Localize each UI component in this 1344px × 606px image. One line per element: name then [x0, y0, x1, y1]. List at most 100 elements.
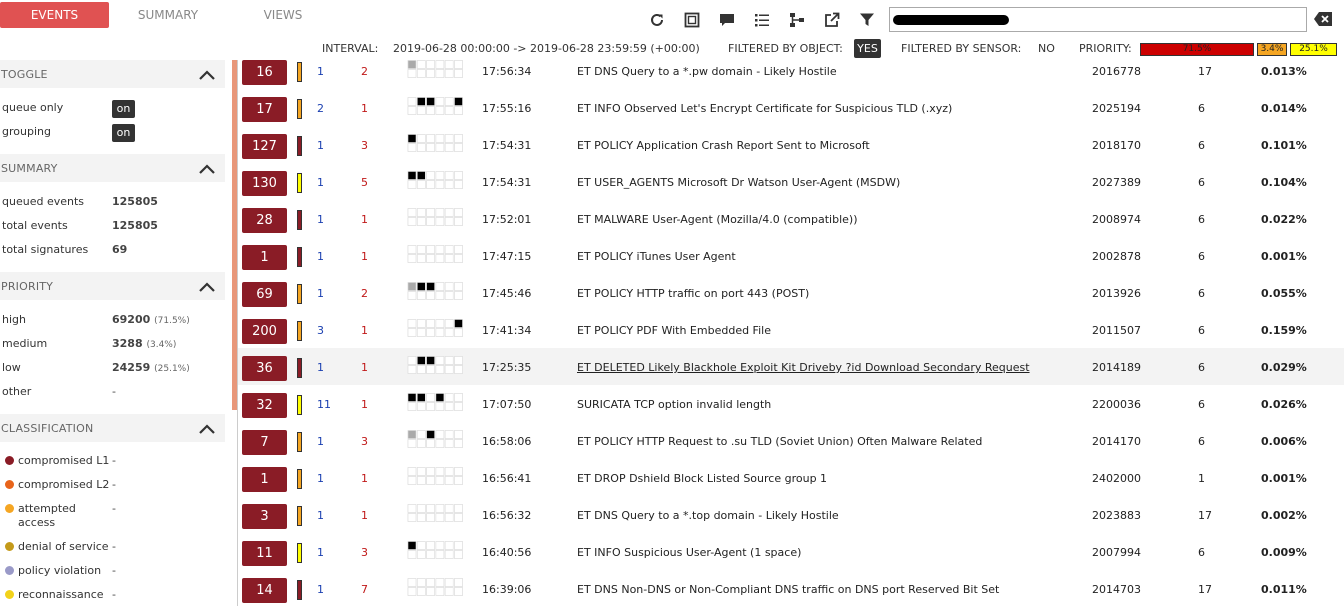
- event-row[interactable]: 17 2 1 17:55:16 ET INFO Observed Let's Encry…: [238, 89, 1344, 126]
- source-count[interactable]: 1: [317, 361, 324, 374]
- tab-summary[interactable]: SUMMARY: [120, 2, 216, 28]
- priority-label[interactable]: high: [2, 313, 26, 326]
- source-count[interactable]: 1: [317, 176, 324, 189]
- event-count-badge[interactable]: 16: [242, 60, 287, 85]
- source-count[interactable]: 1: [317, 250, 324, 263]
- toggle-section-header[interactable]: TOGGLE: [0, 60, 225, 88]
- event-count-badge[interactable]: 130: [242, 171, 287, 196]
- signature-name[interactable]: ET DNS Query to a *.top domain - Likely …: [577, 509, 839, 522]
- search-field[interactable]: [889, 7, 1307, 32]
- signature-name[interactable]: ET POLICY Application Crash Report Sent …: [577, 139, 870, 152]
- priority-medium-bar[interactable]: 3.4%: [1257, 43, 1287, 56]
- signature-name[interactable]: ET USER_AGENTS Microsoft Dr Watson User-…: [577, 176, 900, 189]
- tab-views[interactable]: VIEWS: [240, 2, 326, 28]
- event-count-badge[interactable]: 7: [242, 430, 287, 455]
- signature-name[interactable]: ET INFO Observed Let's Encrypt Certifica…: [577, 102, 952, 115]
- destination-count[interactable]: 1: [361, 250, 368, 263]
- signature-name[interactable]: ET INFO Suspicious User-Agent (1 space): [577, 546, 801, 559]
- event-count-badge[interactable]: 36: [242, 356, 287, 381]
- list-icon[interactable]: [750, 8, 774, 32]
- filter-icon[interactable]: [855, 8, 879, 32]
- classification-label[interactable]: denial of service: [18, 540, 118, 554]
- signature-name[interactable]: ET DELETED Likely Blackhole Exploit Kit …: [577, 361, 1030, 374]
- comment-icon[interactable]: [715, 8, 739, 32]
- classification-label[interactable]: policy violation: [18, 564, 118, 578]
- event-row[interactable]: 14 1 7 16:39:06 ET DNS Non-DNS or Non-Compli…: [238, 570, 1344, 606]
- destination-count[interactable]: 1: [361, 102, 368, 115]
- event-row[interactable]: 200 3 1 17:41:34 ET POLICY PDF With Embedded…: [238, 311, 1344, 348]
- destination-count[interactable]: 1: [361, 324, 368, 337]
- destination-count[interactable]: 3: [361, 435, 368, 448]
- event-row[interactable]: 16 1 2 17:56:34 ET DNS Query to a *.pw domai…: [238, 60, 1344, 89]
- fullscreen-icon[interactable]: [680, 8, 704, 32]
- event-row[interactable]: 127 1 3 17:54:31 ET POLICY Application Crash…: [238, 126, 1344, 163]
- event-count-badge[interactable]: 3: [242, 504, 287, 529]
- chevron-up-icon[interactable]: [198, 280, 216, 294]
- destination-count[interactable]: 1: [361, 509, 368, 522]
- event-row[interactable]: 69 1 2 17:45:46 ET POLICY HTTP traffic on po…: [238, 274, 1344, 311]
- classification-label[interactable]: attempted access: [18, 502, 102, 530]
- chevron-up-icon[interactable]: [198, 162, 216, 176]
- destination-count[interactable]: 3: [361, 139, 368, 152]
- source-count[interactable]: 11: [317, 398, 331, 411]
- destination-count[interactable]: 5: [361, 176, 368, 189]
- destination-count[interactable]: 1: [361, 361, 368, 374]
- grouping-toggle[interactable]: on: [112, 124, 135, 142]
- signature-name[interactable]: ET DNS Query to a *.pw domain - Likely H…: [577, 65, 837, 78]
- signature-name[interactable]: ET DROP Dshield Block Listed Source grou…: [577, 472, 827, 485]
- source-count[interactable]: 1: [317, 435, 324, 448]
- destination-count[interactable]: 7: [361, 583, 368, 596]
- signature-name[interactable]: SURICATA TCP option invalid length: [577, 398, 771, 411]
- refresh-icon[interactable]: [645, 8, 669, 32]
- signature-name[interactable]: ET MALWARE User-Agent (Mozilla/4.0 (comp…: [577, 213, 858, 226]
- signature-name[interactable]: ET DNS Non-DNS or Non-Compliant DNS traf…: [577, 583, 999, 596]
- event-row[interactable]: 1 1 1 17:47:15 ET POLICY iTunes User Agent 20…: [238, 237, 1344, 274]
- destination-count[interactable]: 1: [361, 472, 368, 485]
- event-row[interactable]: 7 1 3 16:58:06 ET POLICY HTTP Request to .su…: [238, 422, 1344, 459]
- destination-count[interactable]: 1: [361, 398, 368, 411]
- event-count-badge[interactable]: 11: [242, 541, 287, 566]
- priority-label[interactable]: low: [2, 361, 21, 374]
- classification-section-header[interactable]: CLASSIFICATION: [0, 414, 225, 442]
- filtered-object-badge[interactable]: YES: [854, 39, 881, 58]
- tree-icon[interactable]: [785, 8, 809, 32]
- event-count-badge[interactable]: 32: [242, 393, 287, 418]
- queue-only-toggle[interactable]: on: [112, 100, 135, 118]
- priority-high-bar[interactable]: 71.5%: [1140, 43, 1254, 56]
- priority-label[interactable]: other: [2, 385, 31, 398]
- source-count[interactable]: 1: [317, 213, 324, 226]
- chevron-up-icon[interactable]: [198, 68, 216, 82]
- source-count[interactable]: 1: [317, 583, 324, 596]
- filtered-sensor-value[interactable]: NO: [1038, 42, 1055, 55]
- clear-search-icon[interactable]: [1313, 11, 1333, 27]
- classification-label[interactable]: compromised L1: [18, 454, 118, 468]
- source-count[interactable]: 1: [317, 546, 324, 559]
- event-count-badge[interactable]: 127: [242, 134, 287, 159]
- priority-section-header[interactable]: PRIORITY: [0, 272, 225, 300]
- event-count-badge[interactable]: 1: [242, 467, 287, 492]
- signature-name[interactable]: ET POLICY HTTP Request to .su TLD (Sovie…: [577, 435, 982, 448]
- source-count[interactable]: 1: [317, 65, 324, 78]
- tab-events[interactable]: EVENTS: [0, 2, 109, 28]
- priority-label[interactable]: medium: [2, 337, 47, 350]
- signature-name[interactable]: ET POLICY HTTP traffic on port 443 (POST…: [577, 287, 809, 300]
- event-count-badge[interactable]: 200: [242, 319, 287, 344]
- destination-count[interactable]: 2: [361, 65, 368, 78]
- destination-count[interactable]: 2: [361, 287, 368, 300]
- destination-count[interactable]: 1: [361, 213, 368, 226]
- source-count[interactable]: 1: [317, 139, 324, 152]
- priority-low-bar[interactable]: 25.1%: [1290, 43, 1337, 56]
- classification-label[interactable]: compromised L2: [18, 478, 118, 492]
- event-row[interactable]: 3 1 1 16:56:32 ET DNS Query to a *.top domai…: [238, 496, 1344, 533]
- event-count-badge[interactable]: 14: [242, 578, 287, 603]
- event-row[interactable]: 11 1 3 16:40:56 ET INFO Suspicious User-Agen…: [238, 533, 1344, 570]
- external-link-icon[interactable]: [820, 8, 844, 32]
- event-row[interactable]: 28 1 1 17:52:01 ET MALWARE User-Agent (Mozil…: [238, 200, 1344, 237]
- chevron-up-icon[interactable]: [198, 422, 216, 436]
- event-row[interactable]: 36 1 1 17:25:35 ET DELETED Likely Blackhole …: [238, 348, 1344, 385]
- event-row[interactable]: 1 1 1 16:56:41 ET DROP Dshield Block Listed …: [238, 459, 1344, 496]
- destination-count[interactable]: 3: [361, 546, 368, 559]
- signature-name[interactable]: ET POLICY iTunes User Agent: [577, 250, 736, 263]
- source-count[interactable]: 1: [317, 287, 324, 300]
- event-count-badge[interactable]: 69: [242, 282, 287, 307]
